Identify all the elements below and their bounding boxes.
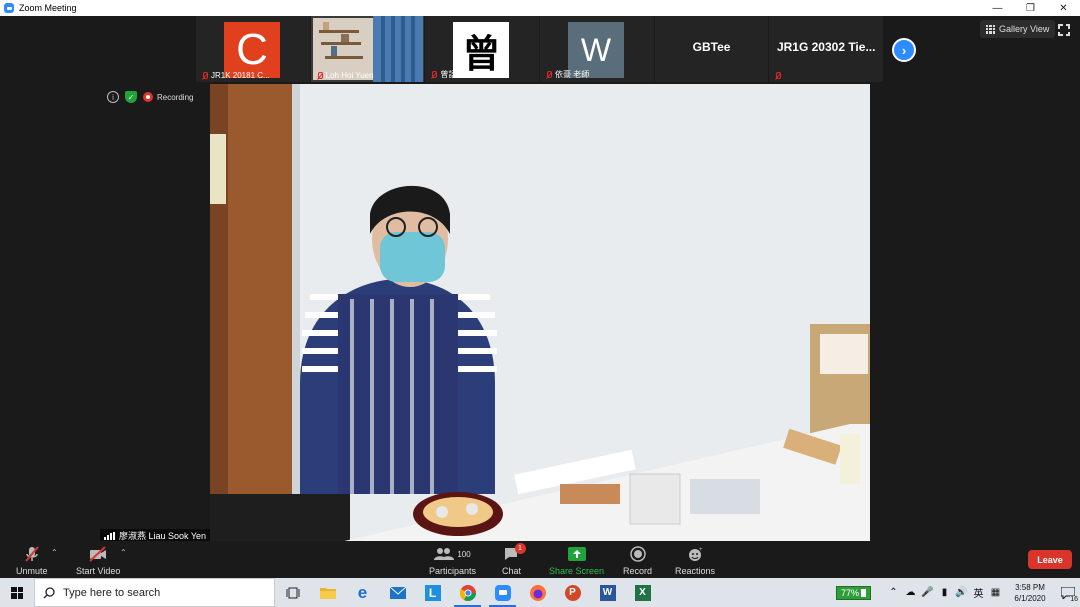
- encryption-shield-icon[interactable]: ✓: [125, 91, 137, 103]
- connection-signal-icon: [104, 531, 115, 540]
- participant-name: GBTee: [692, 40, 731, 54]
- system-clock[interactable]: 3:58 PM 6/1/2020: [1004, 582, 1056, 604]
- word-app[interactable]: W: [590, 578, 625, 607]
- battery-icon: [861, 588, 866, 597]
- start-button[interactable]: [0, 578, 34, 607]
- mic-off-icon: [23, 545, 41, 563]
- chat-icon: 1: [503, 543, 526, 563]
- mail-icon: [389, 586, 406, 599]
- recording-indicator[interactable]: Recording: [143, 92, 193, 102]
- notification-count: 16: [1070, 596, 1078, 603]
- meeting-status-row: i ✓ Recording: [107, 91, 193, 103]
- mic-muted-icon: [316, 71, 323, 80]
- onedrive-cloud-icon[interactable]: ☁: [902, 587, 919, 598]
- reactions-emoji-icon: +: [687, 545, 703, 563]
- firefox-app[interactable]: [520, 578, 555, 607]
- mic-muted-icon: [430, 70, 438, 79]
- search-icon: [43, 586, 55, 598]
- participant-tile[interactable]: 曾 曾語彤: [425, 16, 540, 82]
- next-page-arrow-icon[interactable]: ›: [892, 38, 916, 62]
- speaker-video-frame: [210, 84, 870, 542]
- participant-name: 依豪 老師: [545, 69, 589, 80]
- close-button[interactable]: ✕: [1047, 0, 1080, 16]
- mic-muted-icon: [201, 71, 208, 80]
- minimize-button[interactable]: —: [981, 0, 1014, 16]
- meeting-toolbar: Unmute ⌃ Start Video ⌃ 100 Participants …: [0, 541, 1080, 578]
- chat-badge: 1: [514, 543, 526, 554]
- task-view-button[interactable]: [275, 578, 310, 607]
- record-button[interactable]: Record: [623, 545, 652, 576]
- zoom-camera-icon: [494, 584, 511, 601]
- ime-mode-icon[interactable]: ▦: [987, 587, 1004, 598]
- participant-tile[interactable]: JR1G 20302 Tie...: [769, 16, 884, 82]
- active-speaker-video: [210, 84, 870, 542]
- participant-name: JR1K 20181 C...: [201, 71, 270, 80]
- chat-button[interactable]: 1 Chat: [502, 543, 526, 576]
- mic-muted-icon: [545, 70, 553, 79]
- chrome-icon: [459, 584, 476, 601]
- file-explorer-app[interactable]: [310, 578, 345, 607]
- taskbar-search-box[interactable]: Type here to search: [34, 578, 275, 607]
- reactions-button[interactable]: + Reactions: [675, 545, 715, 576]
- mic-muted-icon: [774, 72, 782, 80]
- participants-icon: 100: [434, 545, 471, 563]
- task-view-icon: [286, 587, 299, 598]
- participant-name: JR1G 20302 Tie...: [776, 40, 876, 54]
- record-icon: [629, 545, 646, 563]
- participant-avatar: C: [224, 22, 280, 78]
- excel-app[interactable]: X: [625, 578, 660, 607]
- gallery-view-button[interactable]: Gallery View: [980, 20, 1056, 38]
- firefox-icon: [529, 584, 546, 601]
- fullscreen-icon[interactable]: [1057, 23, 1071, 37]
- mail-app[interactable]: [380, 578, 415, 607]
- system-tray: 77% ⌃ ☁ 🎤 ▮ 🔊 英 ▦ 3:58 PM 6/1/2020 16: [835, 578, 1080, 607]
- video-options-caret[interactable]: ⌃: [120, 548, 127, 557]
- windows-taskbar: Type here to search e L P W X 77% ⌃ ☁ 🎤: [0, 578, 1080, 607]
- excel-icon: X: [634, 584, 651, 601]
- launcher-app[interactable]: L: [415, 578, 450, 607]
- window-title: Zoom Meeting: [19, 3, 77, 13]
- start-video-button[interactable]: Start Video: [76, 545, 120, 576]
- video-off-icon: [88, 545, 108, 563]
- edge-icon: e: [357, 582, 368, 602]
- zoom-app[interactable]: [485, 578, 520, 607]
- participant-tile[interactable]: GBTee: [654, 16, 769, 82]
- record-dot-icon: [143, 92, 153, 102]
- gallery-strip: C JR1K 20181 C... Loh Hoi Yuen 曾 曾語彤 W 依…: [196, 16, 884, 82]
- share-screen-icon: [567, 545, 586, 563]
- participants-button[interactable]: 100 Participants: [429, 545, 476, 576]
- windows-logo-icon: [11, 586, 23, 599]
- leave-meeting-button[interactable]: Leave: [1028, 550, 1072, 569]
- restore-button[interactable]: ❐: [1014, 0, 1047, 16]
- share-screen-button[interactable]: Share Screen: [549, 545, 604, 576]
- folder-icon: [319, 588, 336, 599]
- participant-status: [774, 72, 782, 80]
- launcher-l-icon: L: [424, 584, 441, 601]
- word-icon: W: [599, 584, 616, 601]
- powerpoint-icon: P: [564, 584, 581, 601]
- edge-browser-app[interactable]: e: [345, 578, 380, 607]
- show-hidden-icons-chevron-icon[interactable]: ⌃: [885, 587, 902, 598]
- microphone-icon[interactable]: 🎤: [919, 587, 936, 598]
- participant-tile[interactable]: W 依豪 老師: [540, 16, 654, 82]
- participant-name: 曾語彤: [430, 69, 464, 80]
- participant-name: Loh Hoi Yuen: [316, 71, 374, 80]
- grid-icon: [986, 24, 995, 34]
- unmute-button[interactable]: Unmute: [16, 545, 48, 576]
- window-titlebar: Zoom Meeting — ❐ ✕: [0, 0, 1080, 16]
- chrome-app[interactable]: [450, 578, 485, 607]
- input-language-indicator[interactable]: 英: [970, 585, 987, 600]
- battery-meter[interactable]: 77%: [835, 585, 871, 600]
- participant-tile[interactable]: C JR1K 20181 C...: [196, 16, 310, 82]
- action-center-button[interactable]: 16: [1056, 578, 1080, 607]
- info-icon[interactable]: i: [107, 91, 119, 103]
- volume-icon[interactable]: 🔊: [953, 587, 970, 598]
- svg-text:+: +: [699, 547, 703, 553]
- zoom-app-icon: [4, 3, 14, 13]
- battery-status-icon[interactable]: ▮: [936, 587, 953, 598]
- participant-tile[interactable]: Loh Hoi Yuen: [310, 16, 425, 82]
- powerpoint-app[interactable]: P: [555, 578, 590, 607]
- audio-options-caret[interactable]: ⌃: [51, 548, 58, 557]
